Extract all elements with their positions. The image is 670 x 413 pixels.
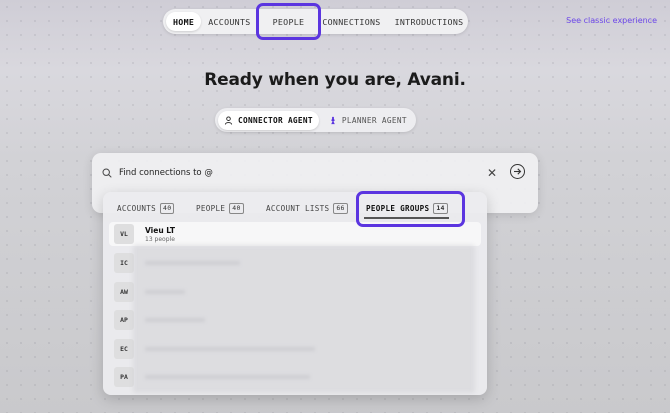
tab-accounts[interactable]: ACCOUNTS 40 xyxy=(117,202,175,214)
nav-connections[interactable]: CONNECTIONS xyxy=(315,12,387,31)
avatar: AW xyxy=(114,281,134,302)
page-title: Ready when you are, Avani. xyxy=(204,70,466,90)
tab-account-lists-count: 66 xyxy=(333,202,348,214)
tab-people[interactable]: PEOPLE 40 xyxy=(196,202,244,214)
blurred-results-overlay xyxy=(133,245,475,393)
tab-accounts-count: 40 xyxy=(159,202,175,214)
avatar: VL xyxy=(114,224,134,244)
result-subtitle: 13 people xyxy=(145,235,175,243)
avatar: IC xyxy=(114,253,134,274)
tab-people-groups-label: PEOPLE GROUPS xyxy=(366,203,430,213)
search-results-dropdown: ACCOUNTS 40 PEOPLE 40 ACCOUNT LISTS 66 P… xyxy=(103,192,487,395)
clear-icon[interactable]: ✕ xyxy=(487,166,497,180)
classic-experience-link[interactable]: See classic experience xyxy=(566,16,657,25)
agent-toggle: CONNECTOR AGENT PLANNER AGENT xyxy=(215,108,416,132)
top-nav: HOME ACCOUNTS PEOPLE CONNECTIONS INTRODU… xyxy=(163,9,468,34)
active-tab-underline xyxy=(364,217,449,219)
result-name: Vieu LT xyxy=(145,225,175,235)
connector-agent-button[interactable]: CONNECTOR AGENT xyxy=(218,110,319,130)
submit-arrow-button[interactable] xyxy=(510,164,525,179)
search-icon xyxy=(102,168,112,178)
planner-agent-label: PLANNER AGENT xyxy=(341,115,407,125)
list-item[interactable]: VL Vieu LT 13 people xyxy=(109,222,481,246)
tab-people-count: 40 xyxy=(229,202,244,214)
planner-agent-button[interactable]: PLANNER AGENT xyxy=(323,111,413,130)
connector-agent-label: CONNECTOR AGENT xyxy=(238,115,313,125)
person-icon xyxy=(224,115,233,125)
tab-accounts-label: ACCOUNTS xyxy=(117,203,156,213)
chess-piece-icon xyxy=(331,116,335,124)
nav-people[interactable]: PEOPLE xyxy=(266,12,312,31)
tab-account-lists[interactable]: ACCOUNT LISTS 66 xyxy=(266,202,348,214)
tab-people-groups-count: 14 xyxy=(433,202,448,214)
avatar: AP xyxy=(114,310,134,331)
avatar: EC xyxy=(114,338,134,359)
nav-introductions[interactable]: INTRODUCTIONS xyxy=(388,12,471,31)
results-tabs: ACCOUNTS 40 PEOPLE 40 ACCOUNT LISTS 66 P… xyxy=(103,192,487,222)
arrow-right-icon xyxy=(514,168,522,175)
nav-accounts[interactable]: ACCOUNTS xyxy=(201,12,257,31)
tab-people-label: PEOPLE xyxy=(196,203,226,213)
avatar: PA xyxy=(114,367,134,388)
tab-account-lists-label: ACCOUNT LISTS xyxy=(266,203,330,213)
tab-people-groups[interactable]: PEOPLE GROUPS 14 xyxy=(366,202,448,214)
search-input[interactable] xyxy=(119,168,449,178)
nav-home[interactable]: HOME xyxy=(166,12,202,31)
